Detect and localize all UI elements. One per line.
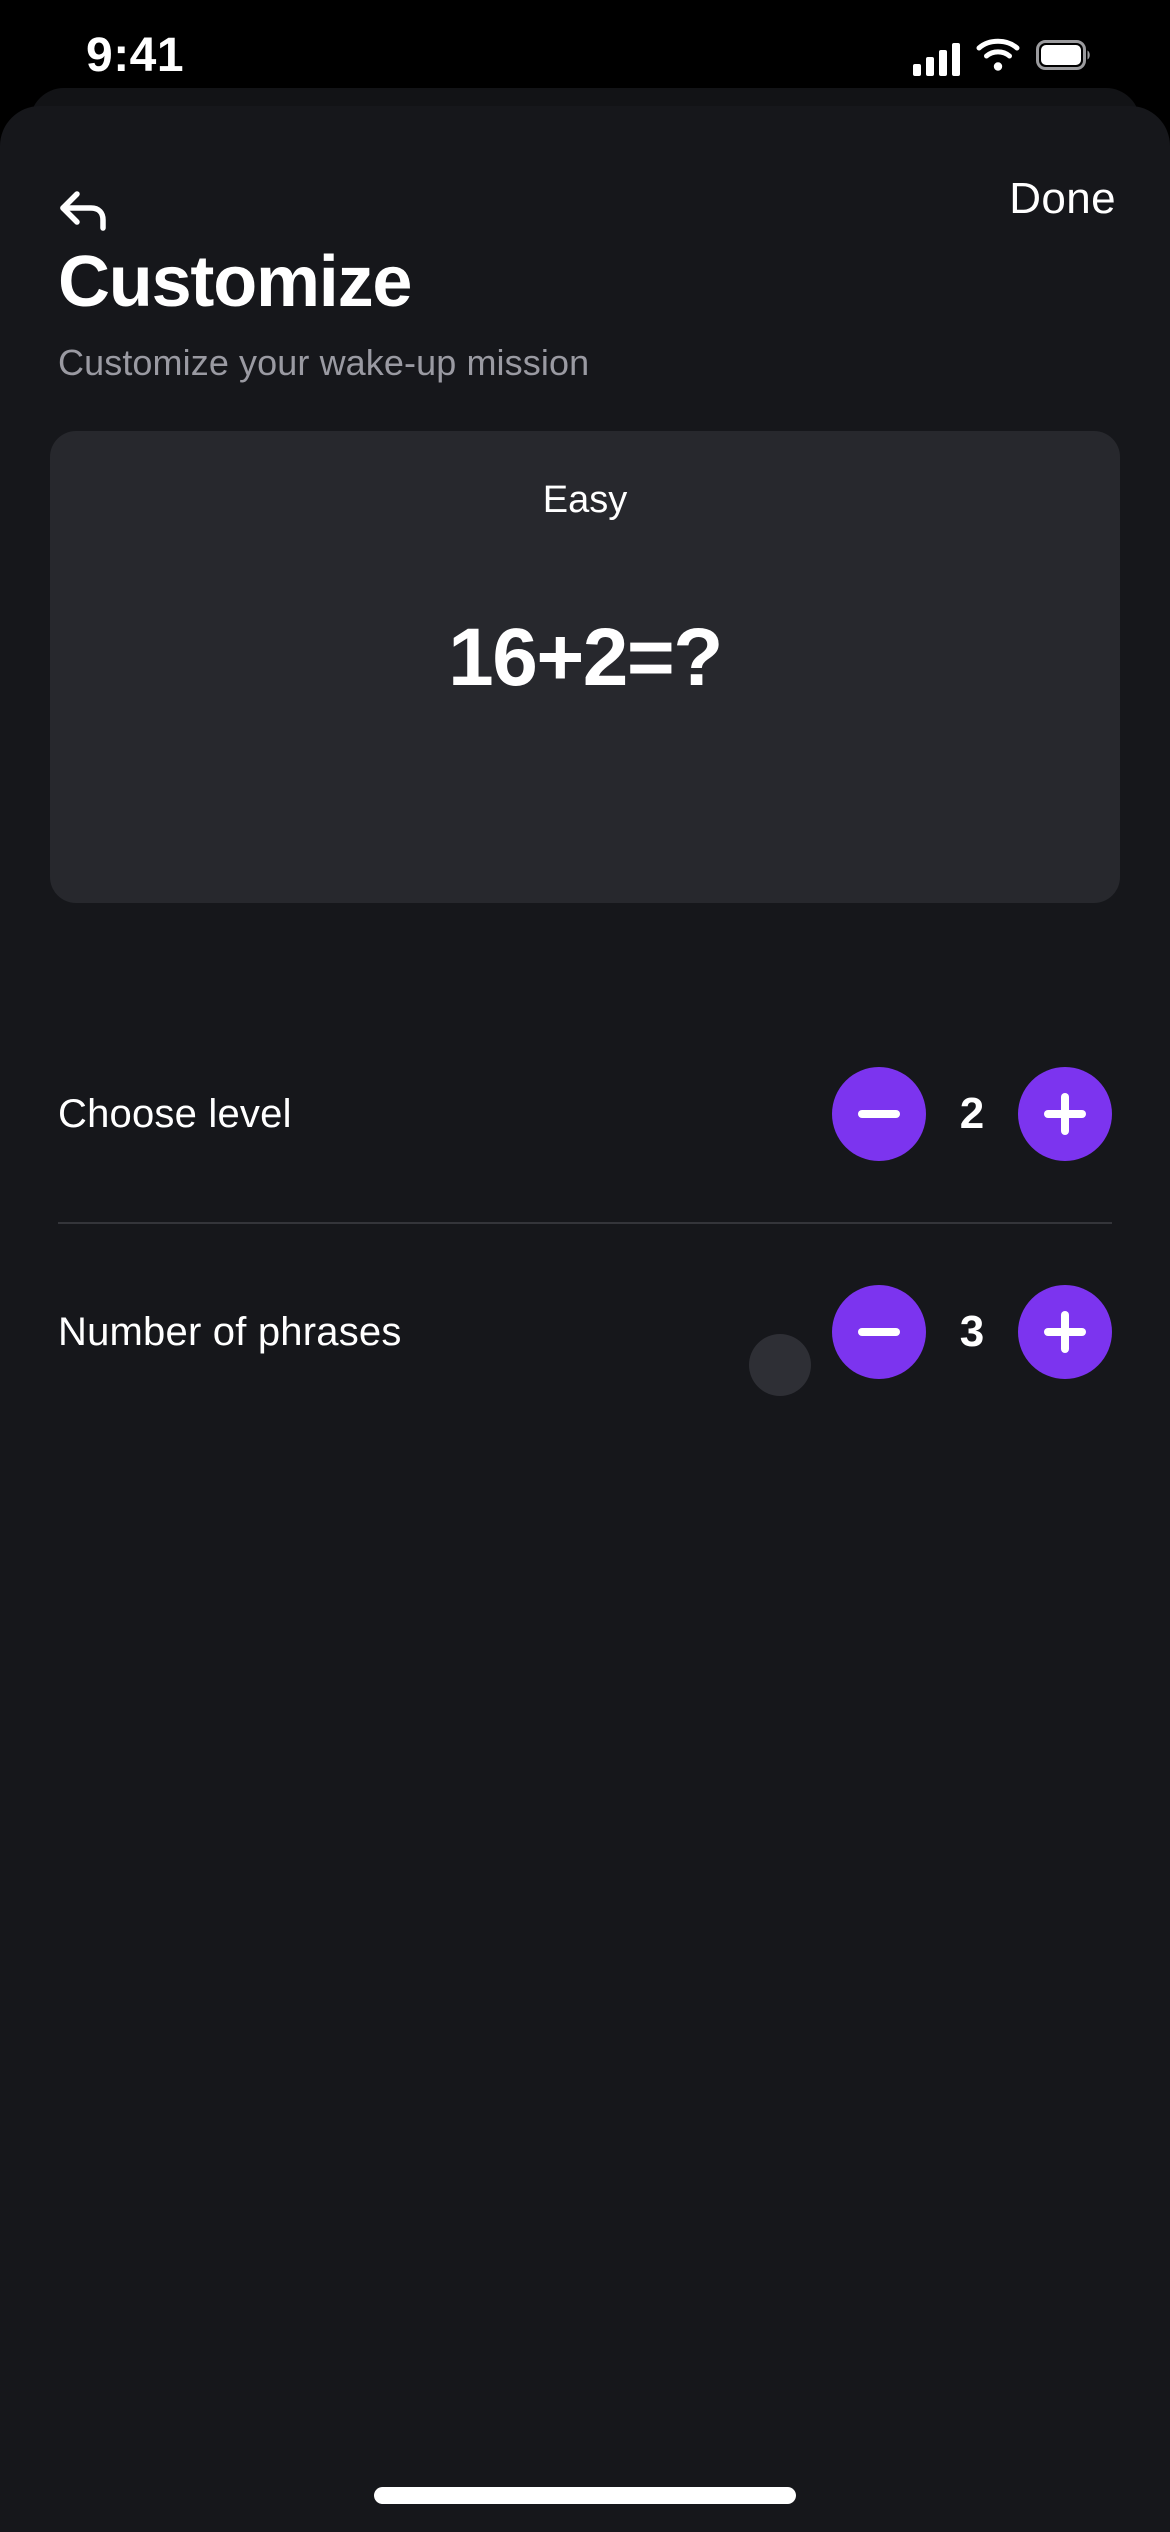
equation-preview: 16+2=? (448, 612, 723, 703)
phone-screen: 9:41 Done Customize Customize your wake-… (0, 0, 1170, 2532)
settings-list: Choose level 2 Number of phrases 3 (0, 1006, 1170, 1440)
minus-icon (858, 1328, 900, 1336)
setting-label: Number of phrases (58, 1309, 402, 1354)
status-bar: 9:41 (0, 0, 1170, 130)
minus-icon (858, 1110, 900, 1118)
customize-sheet: Done Customize Customize your wake-up mi… (0, 106, 1170, 2532)
header-block: Customize Customize your wake-up mission (58, 246, 1058, 384)
home-indicator[interactable] (374, 2487, 796, 2504)
cellular-signal-icon (913, 42, 960, 76)
back-arrow-icon (54, 180, 114, 245)
phrases-increment-button[interactable] (1018, 1285, 1112, 1379)
phrases-stepper: 3 (832, 1285, 1112, 1379)
setting-label: Choose level (58, 1091, 292, 1136)
setting-row-choose-level: Choose level 2 (0, 1006, 1170, 1222)
phrases-decrement-button[interactable] (832, 1285, 926, 1379)
mission-preview-card: Easy 16+2=? (50, 431, 1120, 903)
level-stepper: 2 (832, 1067, 1112, 1161)
setting-row-number-of-phrases: Number of phrases 3 (0, 1224, 1170, 1440)
phrases-value: 3 (959, 1307, 985, 1356)
page-subtitle: Customize your wake-up mission (58, 342, 590, 383)
page-title: Customize (58, 242, 412, 322)
status-bar-time: 9:41 (86, 29, 185, 82)
plus-icon-vertical (1061, 1093, 1069, 1135)
battery-icon (1036, 39, 1092, 76)
level-increment-button[interactable] (1018, 1067, 1112, 1161)
done-button[interactable]: Done (1009, 174, 1116, 224)
wifi-icon (976, 37, 1020, 76)
level-value: 2 (959, 1089, 985, 1138)
difficulty-label: Easy (542, 479, 628, 521)
plus-icon-vertical (1061, 1311, 1069, 1353)
status-bar-icons (913, 36, 1092, 76)
level-decrement-button[interactable] (832, 1067, 926, 1161)
